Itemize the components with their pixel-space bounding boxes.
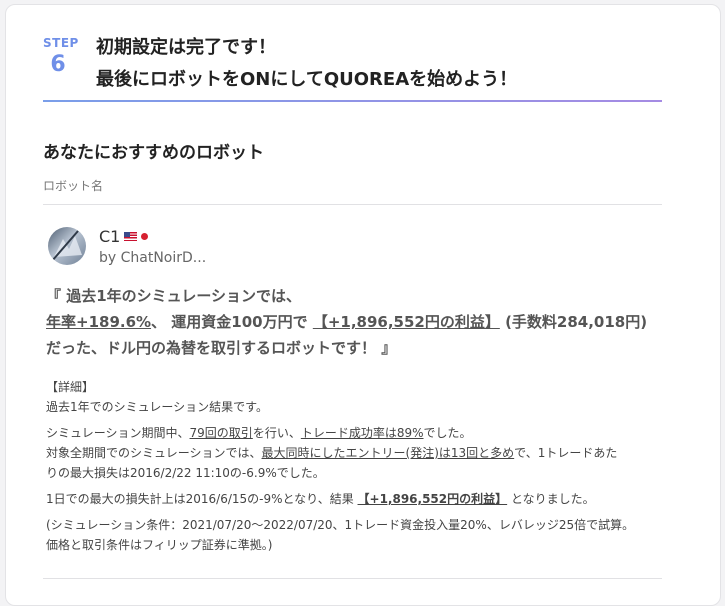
- detail-text: シミュレーション期間中、: [46, 426, 190, 440]
- detail-text: となりました。: [507, 492, 595, 506]
- robot-summary: 『 過去1年のシミュレーションでは、 年率+189.6%、 運用資金100万円で…: [46, 283, 647, 361]
- step-label: STEP: [43, 36, 79, 50]
- fee-text: (手数料284,018円): [499, 313, 648, 331]
- robot-avatar[interactable]: [48, 227, 86, 265]
- title-divider: [43, 100, 662, 102]
- header-divider: [43, 204, 662, 205]
- jp-flag-icon: [141, 233, 149, 240]
- detail-text: でした。: [423, 426, 472, 440]
- step-number: 6: [50, 52, 66, 77]
- step-title-line-2: 最後にロボットをONにしてQUOREAを始めよう！: [96, 69, 518, 90]
- detail-line-6: (シミュレーション条件：2021/07/20〜2022/07/20、1トレード資…: [46, 518, 635, 532]
- summary-text: 、 運用資金100万円で: [151, 313, 313, 331]
- detail-text: 対象全期間でのシミュレーションでは、: [46, 446, 262, 460]
- detail-heading: 【詳細】: [46, 380, 95, 394]
- detail-line-1: 過去1年でのシミュレーション結果です。: [46, 400, 268, 414]
- detail-line-2: シミュレーション期間中、79回の取引を行い、トレード成功率は89%でした。: [46, 423, 634, 443]
- detail-line-5: 1日での最大の損失計上は2016/6/15の-9%となり、結果 【+1,896,…: [46, 489, 634, 509]
- detail-line-4: りの最大損失は2016/2/22 11:10の-6.9%でした。: [46, 466, 325, 480]
- profit-highlight: 【+1,896,552円の利益】: [312, 313, 500, 331]
- summary-line-1: 『 過去1年のシミュレーションでは、: [46, 287, 302, 305]
- summary-line-3: だった、ドル円の為替を取引するロボットです！ 』: [46, 339, 397, 357]
- robot-detail: 【詳細】 過去1年でのシミュレーション結果です。 シミュレーション期間中、79回…: [46, 377, 634, 555]
- section-title: あなたにおすすめのロボット: [43, 143, 264, 163]
- robot-name[interactable]: C1: [99, 227, 120, 246]
- detail-text: 1日での最大の損失計上は2016/6/15の-9%となり、結果: [46, 492, 358, 506]
- trade-count: 79回の取引: [189, 426, 253, 440]
- step-indicator: STEP 6: [43, 36, 79, 78]
- detail-text: を行い、: [252, 426, 301, 440]
- detail-text: で、1トレードあた: [514, 446, 618, 460]
- detail-line-7: 価格と取引条件はフィリップ証券に準拠。): [46, 538, 273, 552]
- max-entries: 最大同時にしたエントリー(発注)は13回と多め: [261, 446, 515, 460]
- robot-name-row[interactable]: C1: [99, 227, 149, 246]
- annual-return: 年率+189.6%: [46, 313, 152, 331]
- bottom-divider: [43, 578, 662, 579]
- win-rate: トレード成功率は89%: [300, 426, 424, 440]
- robot-author: by ChatNoirD...: [99, 250, 207, 266]
- detail-line-3: 対象全期間でのシミュレーションでは、最大同時にしたエントリー(発注)は13回と多…: [46, 443, 634, 463]
- profit-result: 【+1,896,552円の利益】: [357, 492, 508, 506]
- robot-avatar-image: [48, 227, 86, 265]
- us-flag-icon: [124, 232, 138, 241]
- summary-line-2: 年率+189.6%、 運用資金100万円で 【+1,896,552円の利益】 (…: [46, 309, 647, 335]
- robot-name-column-header: ロボット名: [43, 179, 104, 193]
- step-title: 初期設定は完了です！ 最後にロボットをONにしてQUOREAを始めよう！: [96, 32, 517, 96]
- step-title-line-1: 初期設定は完了です！: [96, 37, 276, 58]
